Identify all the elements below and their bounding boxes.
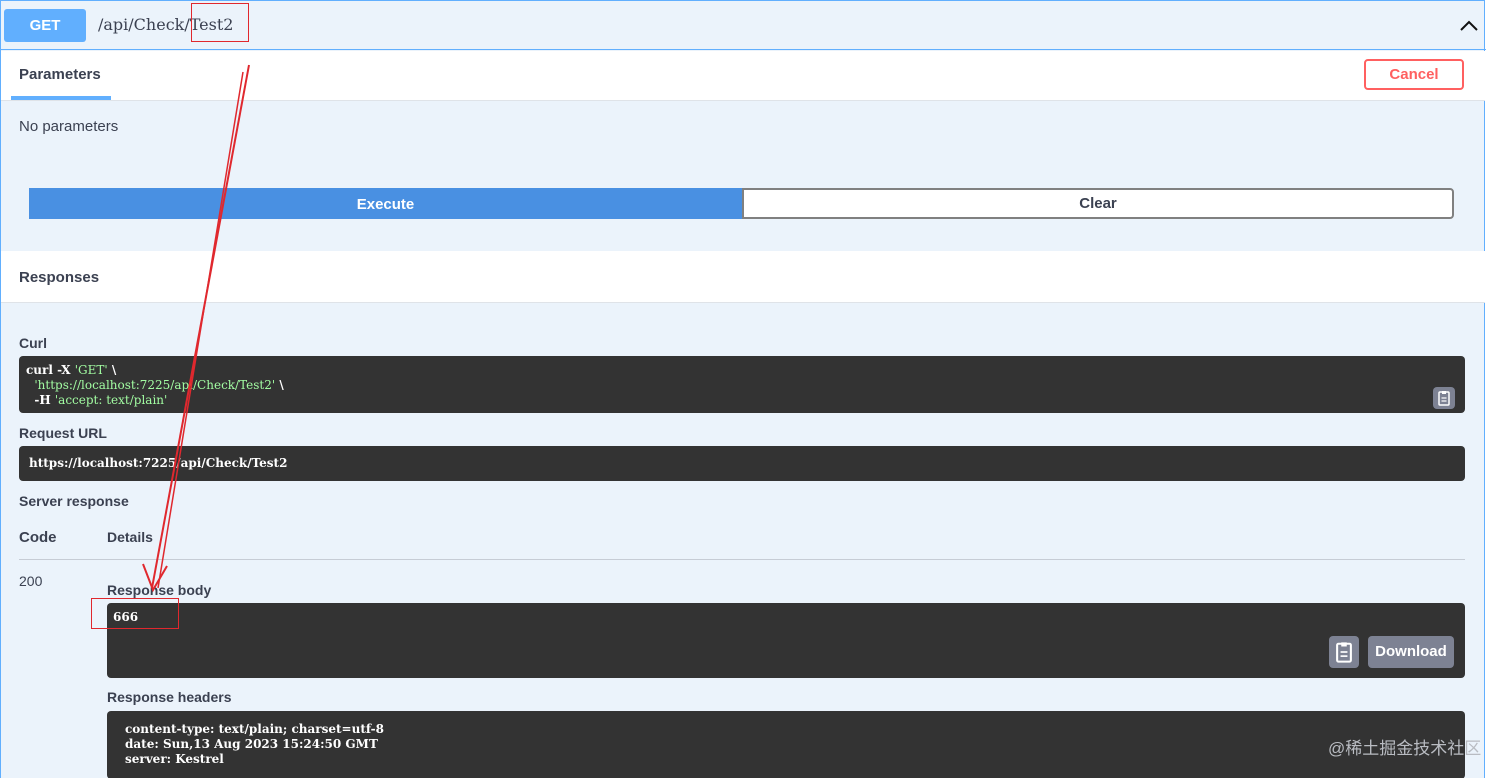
request-url-code[interactable]: https://localhost:7225/api/Check/Test2 bbox=[19, 446, 1465, 481]
request-url-label: Request URL bbox=[19, 425, 107, 441]
method-badge: GET bbox=[4, 9, 86, 42]
curl-str-2: 'https://localhost:7225/api/Check/Test2' bbox=[34, 378, 276, 392]
copy-icon[interactable] bbox=[1433, 387, 1455, 409]
curl-code[interactable]: curl -X 'GET' \ 'https://localhost:7225/… bbox=[19, 356, 1465, 413]
table-divider bbox=[19, 559, 1465, 560]
operation-block: GET /api/Check/Test2 Parameters Cancel N… bbox=[0, 0, 1486, 778]
header-line-3: server: Kestrel bbox=[125, 752, 224, 766]
curl-end-2: \ bbox=[275, 378, 284, 392]
execute-button[interactable]: Execute bbox=[29, 188, 742, 219]
response-headers-label: Response headers bbox=[107, 689, 232, 705]
header-line-2: date: Sun,13 Aug 2023 15:24:50 GMT bbox=[125, 737, 378, 751]
response-body-code[interactable]: 666 bbox=[107, 603, 1465, 678]
clear-button[interactable]: Clear bbox=[742, 188, 1454, 219]
code-column-header: Code bbox=[19, 529, 57, 546]
responses-header: Responses bbox=[1, 251, 1485, 303]
chevron-up-icon[interactable] bbox=[1458, 15, 1480, 37]
execute-wrapper: Execute Clear bbox=[29, 188, 1454, 219]
curl-cmd-3: -H bbox=[26, 393, 55, 407]
parameters-header: Parameters Cancel bbox=[1, 51, 1485, 101]
operation-summary[interactable]: GET /api/Check/Test2 bbox=[1, 1, 1486, 50]
curl-str-3: 'accept: text/plain' bbox=[54, 393, 168, 407]
response-headers-code[interactable]: content-type: text/plain; charset=utf-8 … bbox=[107, 711, 1465, 778]
curl-str-1: 'GET' bbox=[74, 363, 108, 377]
response-body-label: Response body bbox=[107, 582, 212, 598]
download-button[interactable]: Download bbox=[1368, 636, 1454, 668]
curl-end-1: \ bbox=[107, 363, 117, 377]
operation-path: /api/Check/Test2 bbox=[98, 15, 233, 34]
cancel-button[interactable]: Cancel bbox=[1364, 59, 1464, 90]
path-highlight: Test2 bbox=[189, 15, 234, 34]
path-prefix: /api/Check/ bbox=[98, 15, 190, 34]
no-parameters-text: No parameters bbox=[19, 118, 119, 135]
responses-title: Responses bbox=[19, 269, 100, 286]
server-response-label: Server response bbox=[19, 493, 129, 509]
tab-parameters[interactable]: Parameters bbox=[19, 66, 101, 83]
curl-label: Curl bbox=[19, 335, 47, 351]
tab-underline bbox=[11, 96, 111, 100]
watermark-text: @稀土掘金技术社区 bbox=[1328, 739, 1482, 758]
curl-cmd-1: curl -X bbox=[26, 363, 75, 377]
copy-icon[interactable] bbox=[1329, 636, 1359, 668]
status-code: 200 bbox=[19, 573, 43, 589]
header-line-1: content-type: text/plain; charset=utf-8 bbox=[125, 722, 384, 736]
details-column-header: Details bbox=[107, 529, 153, 545]
